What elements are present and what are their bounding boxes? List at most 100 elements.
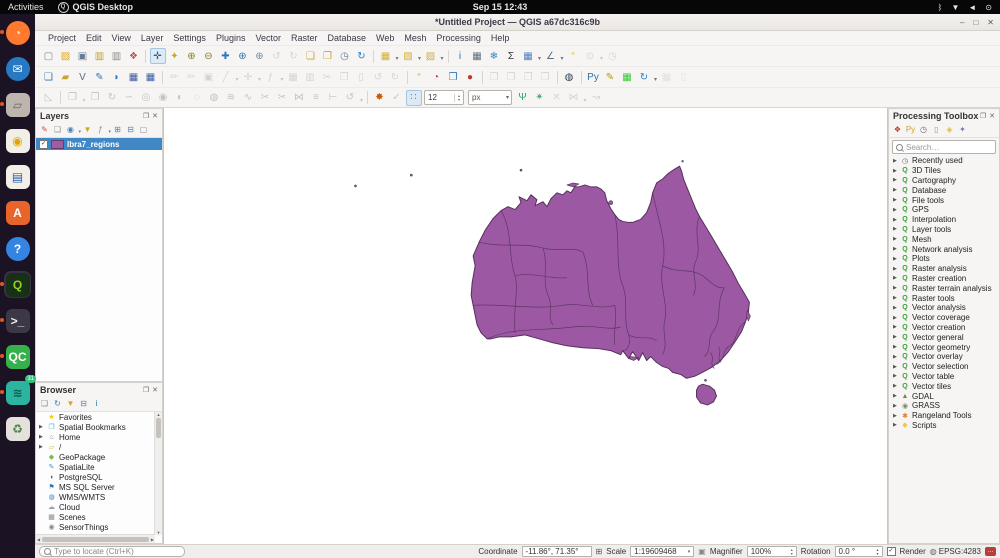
paste-features[interactable]: ▯ [353,69,369,85]
pin-labels[interactable]: ● [462,69,478,85]
expand-arrow-icon[interactable]: ▶ [893,158,898,164]
browser-item-wms[interactable]: ◍ WMS/WMTS [36,492,155,502]
browser-item-scenes[interactable]: ▦ Scenes [36,512,155,522]
browser-item-favorites[interactable]: ★ Favorites [36,412,155,422]
layer-labeling[interactable]: “ [411,69,427,85]
group-gdal[interactable]: ▶ ▲ GDAL [889,391,999,401]
processing-refresh[interactable]: ↻ [636,69,652,85]
add-delimited-text-layer[interactable]: V [75,69,91,85]
python-console[interactable]: Py [585,69,601,85]
vertex-check[interactable]: ✓ [389,90,405,106]
group-interpolation[interactable]: ▶ Q Interpolation [889,215,999,225]
add-group[interactable]: ❏ [51,123,64,136]
menu-item[interactable]: Mesh [399,33,431,43]
trim-extend[interactable]: ⊢ [325,90,341,106]
zoom-last[interactable]: ↺ [269,48,285,64]
expand-arrow-icon[interactable]: ▶ [893,187,898,193]
serval-raster-tool[interactable]: ▦ [619,69,635,85]
layer-row[interactable]: ✓ lbra7_regions [36,138,162,150]
label-tool-2[interactable]: ❐ [503,69,519,85]
refresh-map[interactable]: ↻ [354,48,370,64]
refresh-browser[interactable]: ↻ [51,397,64,410]
group-scripts[interactable]: ▶ ◆ Scripts [889,421,999,431]
menu-item[interactable]: View [107,33,136,43]
close-button[interactable]: ✕ [987,18,994,27]
processing-edit-in-place[interactable]: ◈ [943,123,956,136]
deselect-features[interactable]: ▨ [423,48,439,64]
group-recently-used[interactable]: ▶ ◷ Recently used [889,156,999,166]
menu-item[interactable]: Web [371,33,399,43]
browser-item-spatial-bookmarks[interactable]: ▶ ❐ Spatial Bookmarks [36,422,155,432]
crs-status-button[interactable]: ◍ EPSG:4283 [930,547,981,556]
dock-trash[interactable]: ♻ [4,415,31,442]
group-network-analysis[interactable]: ▶ Q Network analysis [889,244,999,254]
group-vector-overlay[interactable]: ▶ Q Vector overlay [889,352,999,362]
title-bar[interactable]: *Untitled Project — QGIS a67dc316c9b – □… [35,14,1000,31]
group-plots[interactable]: ▶ Q Plots [889,254,999,264]
zoom-next[interactable]: ↻ [286,48,302,64]
dock-teal-app[interactable]: ≋ 31 [4,379,31,406]
add-part[interactable]: ◉ [155,90,171,106]
expand-arrow-icon[interactable]: ▶ [893,197,898,203]
expand-arrow-icon[interactable]: ▶ [893,266,898,272]
rotate-point-symbols[interactable]: ↺ [342,90,358,106]
measure[interactable]: ∠ [543,48,559,64]
open-data-source-manager[interactable]: ❏ [41,69,57,85]
processing-models[interactable]: ❖ [891,123,904,136]
manage-map-themes[interactable]: ◉ [64,123,77,136]
group-rangeland-tools[interactable]: ▶ ✱ Rangeland Tools [889,411,999,421]
menu-item[interactable]: Database [323,33,372,43]
toggle-editing[interactable]: ✏ [167,69,183,85]
group-vector-coverage[interactable]: ▶ Q Vector coverage [889,313,999,323]
style-manager[interactable]: ❖ [126,48,142,64]
system-tray[interactable]: ᛒ▼◄⊙ [938,3,992,12]
save-layer-edits[interactable]: ✏ [184,69,200,85]
dock-thunderbird[interactable]: ✉ [4,55,31,82]
expand-arrow-icon[interactable]: ▶ [893,383,898,389]
activities-button[interactable]: Activities [8,2,44,12]
dock-qgis[interactable]: Q [4,271,31,298]
scale-combo[interactable]: 1:19609468▾ [630,546,694,557]
menu-item[interactable]: Raster [286,33,323,43]
clock[interactable]: Sep 15 12:43 [473,2,528,12]
new-map-view[interactable]: ▦ [469,48,485,64]
save-project[interactable]: ▣ [75,48,91,64]
active-app-indicator[interactable]: Q QGIS Desktop [58,2,134,13]
magnifier-spinner[interactable]: 100%▴▾ [747,546,797,557]
new-spatial-bookmark[interactable]: ❏ [303,48,319,64]
group-vector-creation[interactable]: ▶ Q Vector creation [889,323,999,333]
expand-arrow-icon[interactable]: ▶ [893,256,898,262]
expand-arrow-icon[interactable]: ▶ [893,285,898,291]
add-feature[interactable]: ╱ [218,69,234,85]
copy-features[interactable]: ❐ [336,69,352,85]
new-project[interactable]: ▢ [41,48,57,64]
processing-results-viewer[interactable]: ▯ [930,123,943,136]
move-feature[interactable]: ✛ [240,69,256,85]
menu-item[interactable]: Settings [168,33,211,43]
add-raster-layer[interactable]: ▦ [126,69,142,85]
delete-selected[interactable]: ▥ [302,69,318,85]
zoom-in[interactable]: ⊕ [184,48,200,64]
snapping-toggle[interactable]: Ψ [515,90,531,106]
group-cartography[interactable]: ▶ Q Cartography [889,176,999,186]
horizontal-scrollbar[interactable]: ◀▶ [36,534,155,543]
group-vector-analysis[interactable]: ▶ Q Vector analysis [889,303,999,313]
zoom-out[interactable]: ⊖ [201,48,217,64]
zoom-to-layer[interactable]: ⊕ [252,48,268,64]
group-vector-geometry[interactable]: ▶ Q Vector geometry [889,342,999,352]
float-panel-icon[interactable]: ❐ [980,112,986,120]
menu-item[interactable]: Project [43,33,81,43]
move-feature-copy[interactable]: ❐ [65,90,81,106]
browser-item-home[interactable]: ▶ ⌂ Home [36,432,155,442]
processing-options[interactable]: ✦ [956,123,969,136]
browser-item-spatialite[interactable]: ✎ SpatiaLite [36,462,155,472]
processing-search-input[interactable]: Search… [892,140,996,154]
browser-item-geopackage[interactable]: ◆ GeoPackage [36,452,155,462]
font-size-spinner[interactable]: 12 ▴▾ [424,90,464,105]
group-layer-tools[interactable]: ▶ Q Layer tools [889,225,999,235]
group-file-tools[interactable]: ▶ Q File tools [889,195,999,205]
group-raster-terrain-analysis[interactable]: ▶ Q Raster terrain analysis [889,283,999,293]
label-tool-3[interactable]: ❐ [520,69,536,85]
expand-arrow-icon[interactable]: ▶ [893,246,898,252]
float-panel-icon[interactable]: ❐ [143,386,149,394]
